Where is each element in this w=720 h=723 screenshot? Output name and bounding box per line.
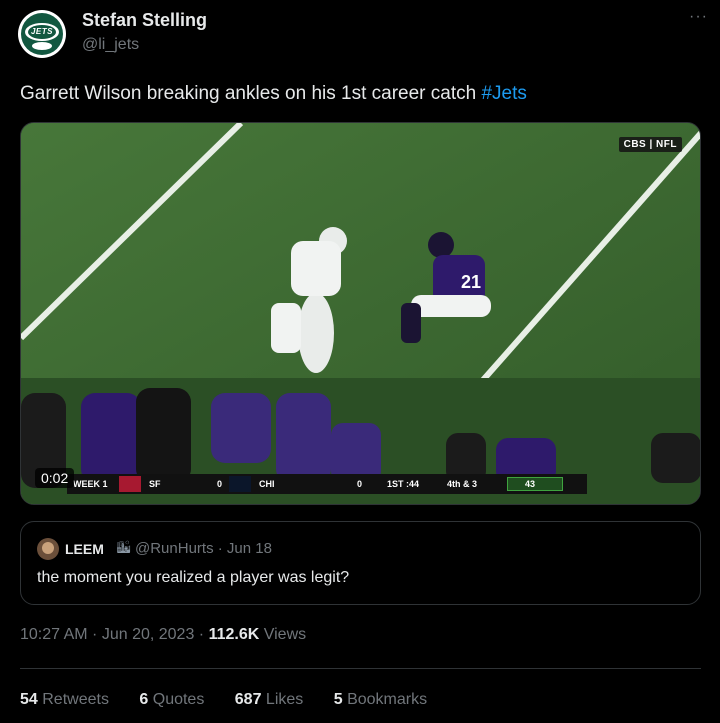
avatar-logo-text: JETS [28, 25, 56, 39]
retweets-stat[interactable]: 54 Retweets [20, 691, 109, 708]
tweet-meta: 10:27 AM · Jun 20, 2023 · 112.6K Views [20, 626, 306, 644]
bookmarks-stat[interactable]: 5 Bookmarks [334, 691, 427, 708]
quoted-author-name: LEEM [65, 541, 104, 557]
likes-label: Likes [261, 691, 304, 708]
quoted-tweet[interactable]: LEEM 🏙 @RunHurts · Jun 18 the moment you… [20, 521, 701, 605]
tweet-text: Garrett Wilson breaking ankles on his 1s… [20, 83, 527, 105]
retweets-label: Retweets [37, 691, 109, 708]
scorebug-team1: SF [149, 479, 161, 489]
author-handle[interactable]: @li_jets [82, 36, 139, 54]
affiliate-badge-icon: 🏙 [116, 540, 132, 554]
timestamp-link[interactable]: 10:27 AM · Jun 20, 2023 · [20, 626, 209, 643]
scorebug-score2: 0 [357, 479, 363, 489]
views-label: Views [259, 626, 307, 643]
likes-stat[interactable]: 687 Likes [235, 691, 304, 708]
bookmarks-label: Bookmarks [342, 691, 428, 708]
scorebug-score1: 0 [217, 479, 223, 489]
more-icon[interactable]: ··· [689, 8, 708, 26]
hashtag-link[interactable]: #Jets [481, 83, 526, 104]
video-frame: 21 [21, 123, 700, 504]
network-logo: CBS | NFL [618, 137, 682, 152]
football-icon [31, 41, 53, 51]
scorebug-team2: CHI [259, 479, 275, 489]
bookmarks-count: 5 [333, 691, 343, 708]
quotes-label: Quotes [148, 691, 205, 708]
niners-logo-icon [119, 476, 141, 492]
scorebug: WEEK 1 SF 0 CHI 0 1ST :44 4th & 3 43 [67, 474, 587, 494]
video-player[interactable]: 21 CBS | NFL WEEK 1 SF 0 CHI 0 1ST :44 4… [20, 122, 701, 505]
quoted-tweet-text: the moment you realized a player was leg… [37, 569, 350, 586]
likes-count: 687 [234, 691, 262, 708]
tweet-body: Garrett Wilson breaking ankles on his 1s… [20, 83, 482, 104]
bears-logo-icon [229, 476, 251, 492]
quotes-stat[interactable]: 6 Quotes [139, 691, 204, 708]
quotes-count: 6 [139, 691, 149, 708]
author-name[interactable]: Stefan Stelling [82, 10, 207, 31]
tweet-header: JETS Stefan Stelling @li_jets ··· [18, 8, 708, 58]
quoted-avatar [37, 538, 59, 560]
scorebug-clock: 1ST :44 [387, 479, 420, 489]
scorebug-down: 4th & 3 [447, 479, 478, 489]
scorebug-play-clock: 43 [525, 479, 536, 489]
views-count: 112.6K [208, 626, 260, 643]
scorebug-week: WEEK 1 [73, 479, 108, 489]
author-avatar[interactable]: JETS [18, 10, 66, 58]
quoted-author-handle: @RunHurts · Jun 18 [135, 540, 272, 557]
video-timecode: 0:02 [35, 468, 75, 488]
svg-text:21: 21 [461, 272, 481, 292]
retweets-count: 54 [20, 691, 38, 708]
divider [20, 668, 701, 669]
engagement-stats: 54 Retweets 6 Quotes 687 Likes 5 Bookmar… [20, 691, 453, 709]
